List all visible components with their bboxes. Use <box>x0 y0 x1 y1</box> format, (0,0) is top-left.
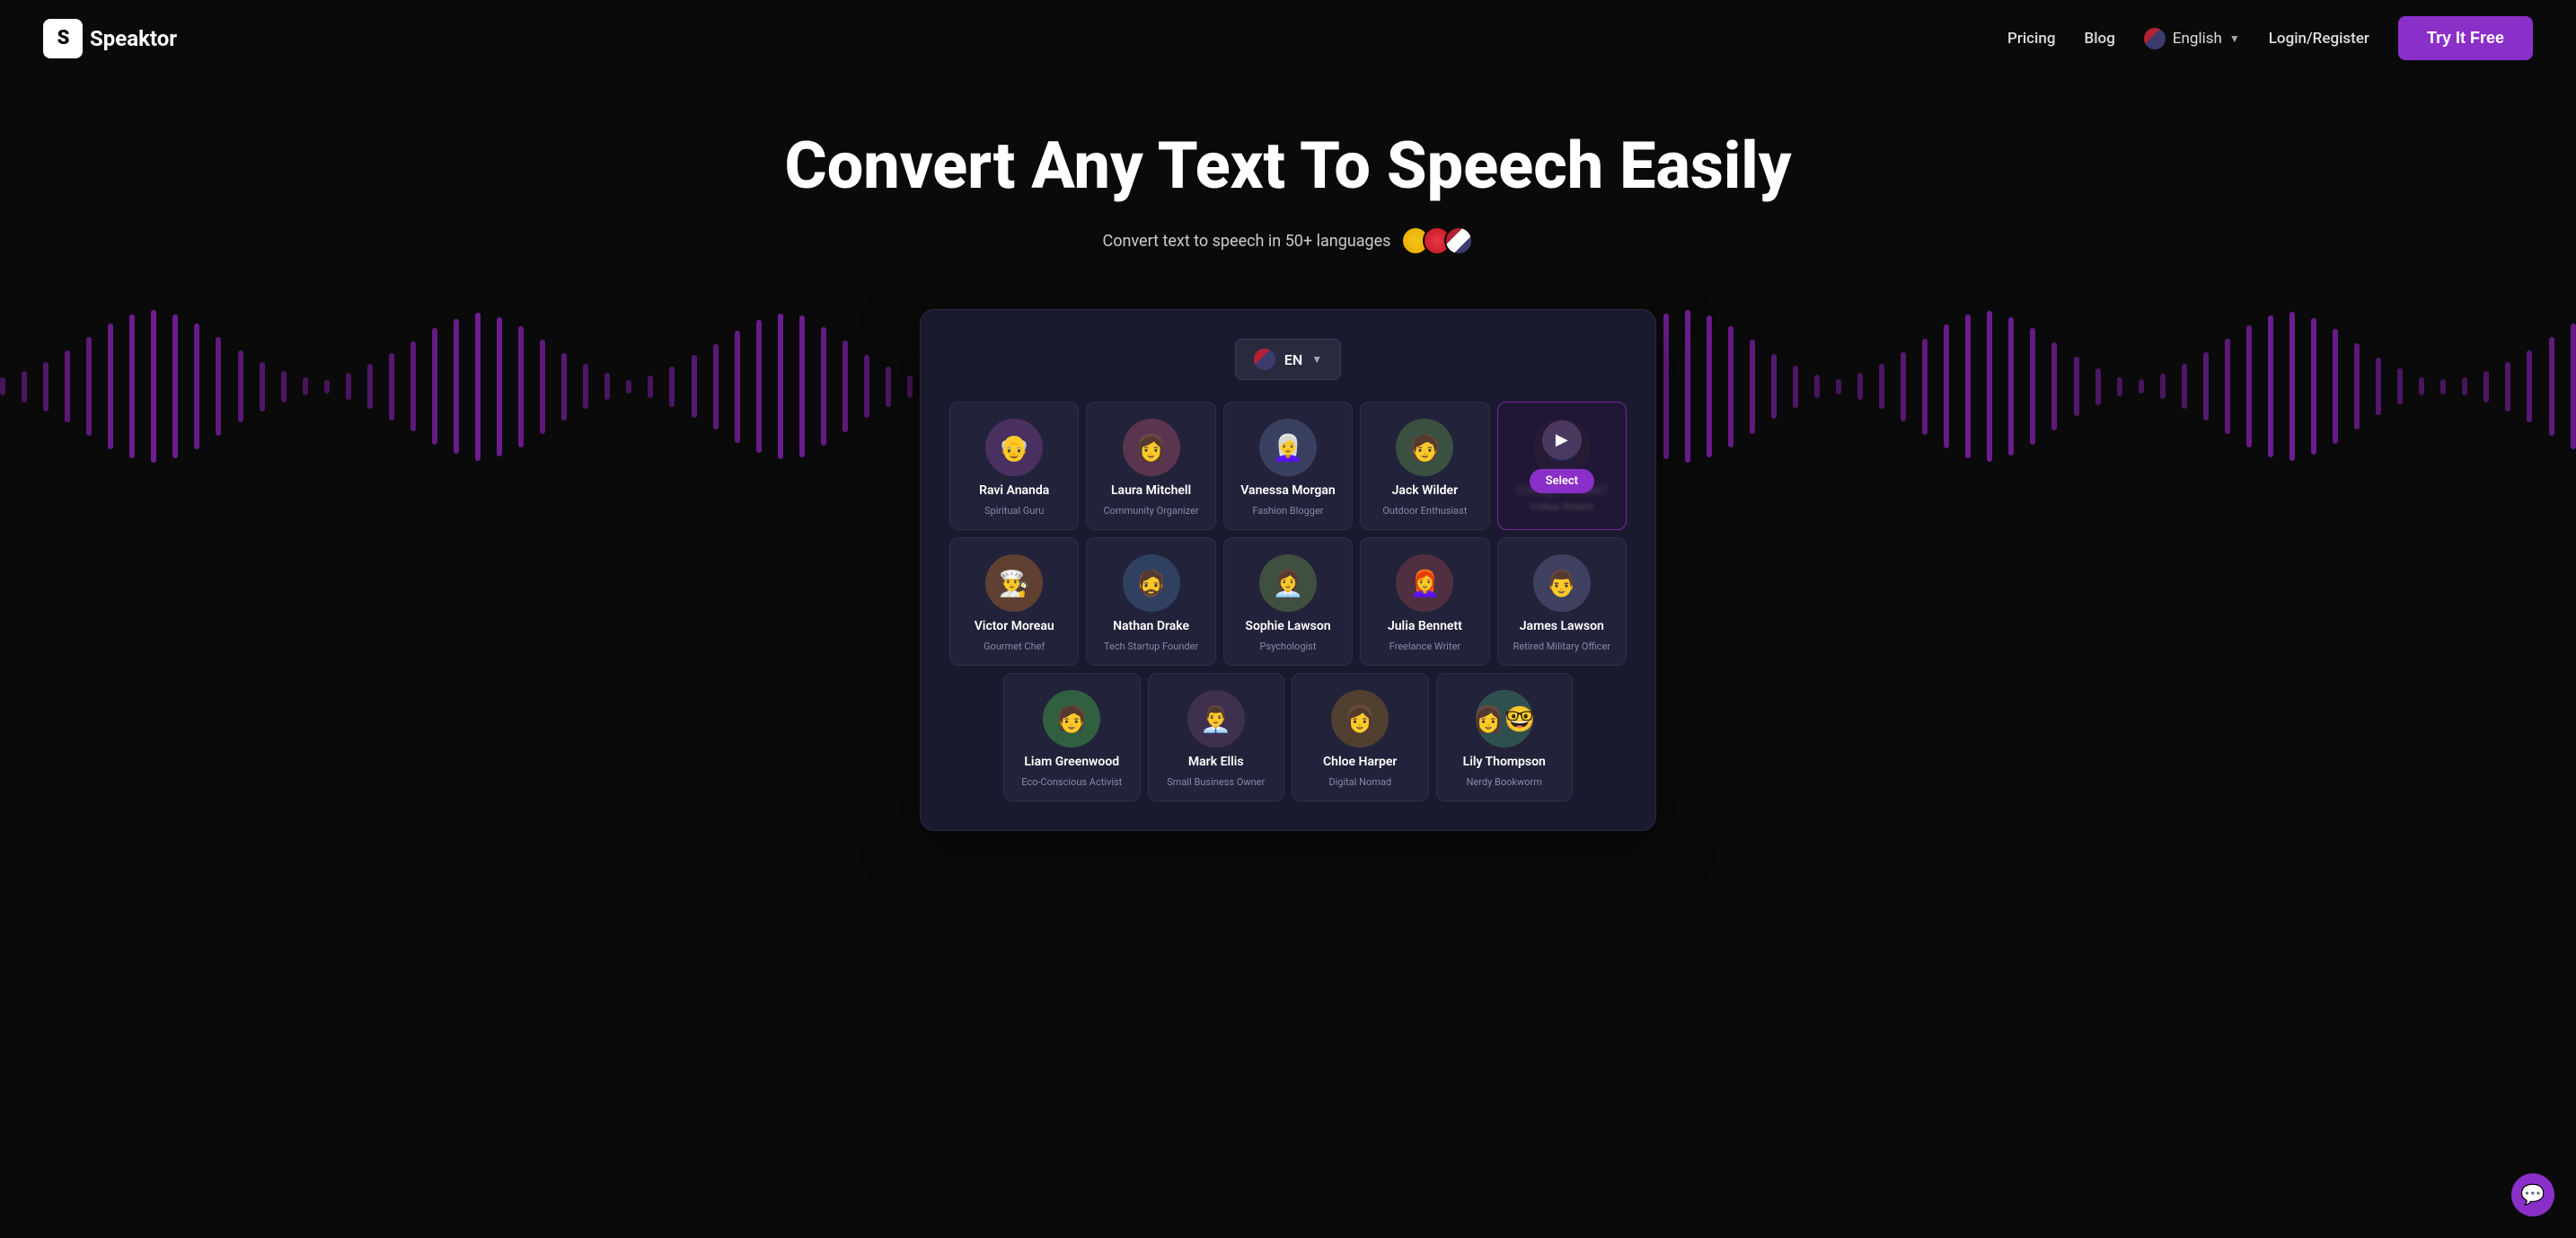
voice-card-sophie-lawson[interactable]: 👩‍💼 Sophie Lawson Psychologist <box>1223 537 1353 666</box>
lang-label: English <box>2173 30 2222 48</box>
voice-card-laura-mitchell[interactable]: 👩 Laura Mitchell Community Organizer <box>1086 402 1215 530</box>
play-overlay: ▶ Select College Student <box>1498 402 1626 529</box>
voice-title: Small Business Owner <box>1167 776 1265 788</box>
avatar: 🧔 <box>1123 554 1180 612</box>
logo-box: S <box>43 19 83 58</box>
app-window: EN ▼ 👴 Ravi Ananda Spiritual Guru 👩 Laura Mi… <box>920 309 1656 831</box>
try-free-button[interactable]: Try It Free <box>2398 16 2533 60</box>
voice-name: Liam Greenwood <box>1024 755 1119 769</box>
lang-flag-icon <box>1254 349 1275 370</box>
blog-link[interactable]: Blog <box>2084 30 2114 48</box>
voice-name: Jack Wilder <box>1392 483 1459 498</box>
logo-s: S <box>90 26 103 51</box>
hero-title: Convert Any Text To Speech Easily <box>18 130 2558 201</box>
voice-card-lily-thompson[interactable]: 👩‍🤓 Lily Thompson Nerdy Bookworm <box>1436 673 1574 801</box>
logo-rest: peaktor <box>103 26 177 51</box>
voice-name: Sophie Lawson <box>1245 619 1330 633</box>
avatar: 👩‍🦳 <box>1259 419 1317 476</box>
voice-title: Retired Military Officer <box>1513 641 1611 652</box>
voice-grid-row2: 👨‍🍳 Victor Moreau Gourmet Chef 🧔 Nathan Drak… <box>949 537 1627 666</box>
select-badge[interactable]: Select <box>1530 469 1594 493</box>
voice-name: Julia Bennett <box>1388 619 1462 633</box>
logo-name: Speaktor <box>90 26 177 51</box>
voice-card-nathan-drake[interactable]: 🧔 Nathan Drake Tech Startup Founder <box>1086 537 1215 666</box>
voice-title: Psychologist <box>1260 641 1317 652</box>
voice-name: Mark Ellis <box>1188 755 1244 769</box>
lang-chevron-icon: ▼ <box>1311 353 1322 366</box>
voice-card-mark-ellis[interactable]: 👨‍💼 Mark Ellis Small Business Owner <box>1148 673 1285 801</box>
voice-title: Spiritual Guru <box>984 505 1044 517</box>
voice-name: Victor Moreau <box>975 619 1054 633</box>
language-dropdown: EN ▼ <box>949 339 1627 380</box>
lang-code-label: EN <box>1284 351 1302 368</box>
voice-name: Vanessa Morgan <box>1240 483 1335 498</box>
voice-card-select[interactable]: 👤College Student▶SelectCollege Student <box>1497 402 1627 530</box>
chat-bubble-button[interactable]: 💬 <box>2511 1173 2554 1216</box>
logo-link[interactable]: S Speaktor <box>43 19 177 58</box>
voice-title: Nerdy Bookworm <box>1467 776 1542 788</box>
hero-subtitle: Convert text to speech in 50+ languages <box>18 226 2558 255</box>
lang-pill-button[interactable]: EN ▼ <box>1235 339 1341 380</box>
login-link[interactable]: Login/Register <box>2269 30 2369 48</box>
voice-title: Community Organizer <box>1104 505 1199 517</box>
voice-name: Ravi Ananda <box>979 483 1049 498</box>
voice-card-james-lawson[interactable]: 👨 James Lawson Retired Military Officer <box>1497 537 1627 666</box>
avatar: 👩 <box>1123 419 1180 476</box>
pricing-link[interactable]: Pricing <box>2007 30 2056 48</box>
avatar: 👩 <box>1331 690 1389 747</box>
avatar: 👴 <box>985 419 1043 476</box>
voice-title: Fashion Blogger <box>1252 505 1323 517</box>
voice-card-chloe-harper[interactable]: 👩 Chloe Harper Digital Nomad <box>1292 673 1429 801</box>
app-section: EN ▼ 👴 Ravi Ananda Spiritual Guru 👩 Laura Mi… <box>0 309 2576 867</box>
voice-title: Outdoor Enthusiast <box>1382 505 1467 517</box>
avatar: 🧑 <box>1396 419 1453 476</box>
logo-letter: S <box>57 27 69 49</box>
avatar: 👨‍💼 <box>1187 690 1245 747</box>
avatar: 👩‍🤓 <box>1476 690 1533 747</box>
voice-title: Digital Nomad <box>1328 776 1391 788</box>
avatar: 🧑 <box>1043 690 1100 747</box>
play-button[interactable]: ▶ <box>1542 420 1582 460</box>
voice-name: James Lawson <box>1520 619 1604 633</box>
avatar: 👨‍🍳 <box>985 554 1043 612</box>
voice-name: Lily Thompson <box>1463 755 1546 769</box>
language-selector[interactable]: English ▼ <box>2144 28 2240 49</box>
voice-card-jack-wilder[interactable]: 🧑 Jack Wilder Outdoor Enthusiast <box>1360 402 1489 530</box>
voice-card-victor-moreau[interactable]: 👨‍🍳 Victor Moreau Gourmet Chef <box>949 537 1079 666</box>
voice-card-ravi-ananda[interactable]: 👴 Ravi Ananda Spiritual Guru <box>949 402 1079 530</box>
navbar: S Speaktor Pricing Blog English ▼ Login/… <box>0 0 2576 76</box>
flag-us-icon <box>1444 226 1473 255</box>
voice-title: Gourmet Chef <box>984 641 1045 652</box>
voice-card-liam-greenwood[interactable]: 🧑 Liam Greenwood Eco-Conscious Activist <box>1003 673 1141 801</box>
chevron-down-icon: ▼ <box>2229 32 2240 45</box>
voice-name: Nathan Drake <box>1113 619 1189 633</box>
flag-stack <box>1401 226 1473 255</box>
voice-title: Freelance Writer <box>1389 641 1461 652</box>
voice-grid-row3: 🧑 Liam Greenwood Eco-Conscious Activist 👨‍💼… <box>949 673 1627 801</box>
nav-links: Pricing Blog English ▼ Login/Register Tr… <box>2007 16 2533 60</box>
voice-title: Tech Startup Founder <box>1104 641 1198 652</box>
voice-title: Eco-Conscious Activist <box>1021 776 1122 788</box>
chat-icon: 💬 <box>2520 1184 2545 1207</box>
us-flag-icon <box>2144 28 2166 49</box>
voice-name: Chloe Harper <box>1323 755 1397 769</box>
hero-section: Convert Any Text To Speech Easily Conver… <box>0 76 2576 309</box>
voice-name: Laura Mitchell <box>1111 483 1191 498</box>
voice-card-vanessa-morgan[interactable]: 👩‍🦳 Vanessa Morgan Fashion Blogger <box>1223 402 1353 530</box>
avatar: 👨 <box>1533 554 1591 612</box>
avatar: 👩‍🦰 <box>1396 554 1453 612</box>
subtitle-text: Convert text to speech in 50+ languages <box>1103 232 1391 251</box>
voice-card-julia-bennett[interactable]: 👩‍🦰 Julia Bennett Freelance Writer <box>1360 537 1489 666</box>
avatar: 👩‍💼 <box>1259 554 1317 612</box>
voice-title-blurred: College Student <box>1531 502 1593 512</box>
voice-grid-row1: 👴 Ravi Ananda Spiritual Guru 👩 Laura Mitchel… <box>949 402 1627 530</box>
